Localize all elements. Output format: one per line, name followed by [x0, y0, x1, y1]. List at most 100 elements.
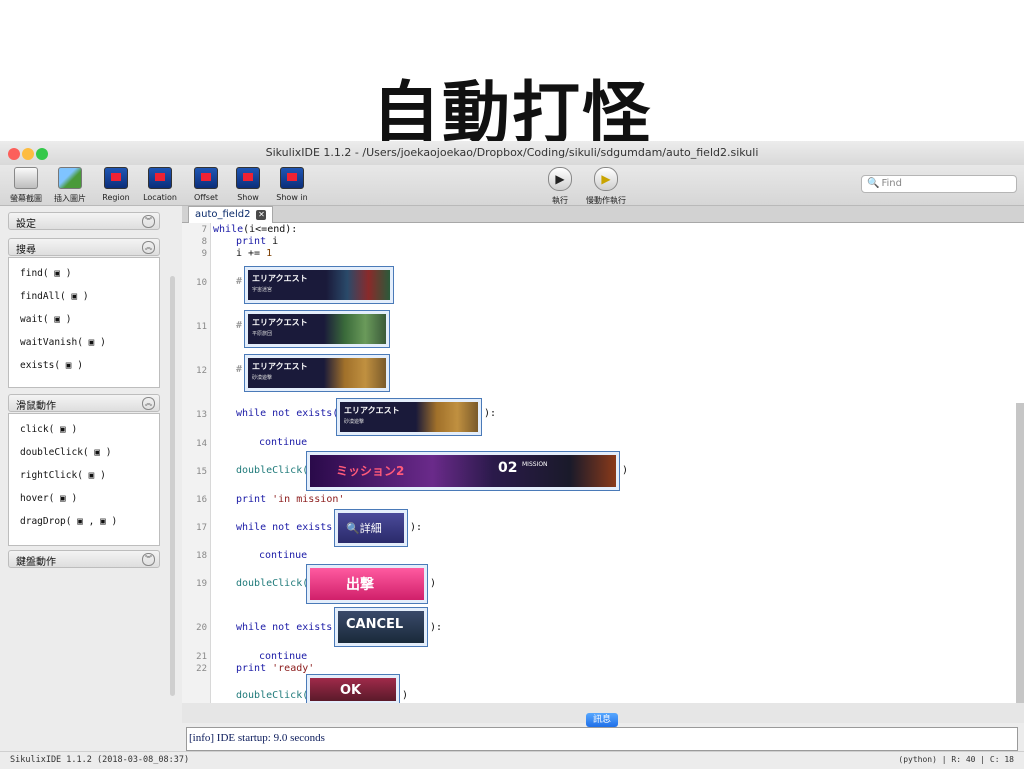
region-icon: [104, 167, 128, 189]
comment-hash: #: [236, 364, 243, 375]
search-icon: 🔍: [867, 178, 880, 189]
cmd-click[interactable]: click( ▣ ): [9, 418, 159, 441]
console-text: [info] IDE startup: 9.0 seconds: [189, 732, 325, 744]
line-number: 17: [196, 523, 207, 533]
settings-title: 設定: [16, 219, 36, 230]
ok-image: OK: [310, 678, 396, 701]
code-line-16[interactable]: print 'in mission': [236, 494, 344, 505]
quest-subtitle: 宇宙迷宮: [252, 287, 273, 293]
tab-auto-field2[interactable]: auto_field2 ✕: [188, 206, 274, 223]
code-line-23[interactable]: doubleClick(: [236, 690, 308, 701]
mouse-panel-header[interactable]: 滑鼠動作 ︽: [8, 394, 160, 412]
run-label: 執行: [552, 196, 568, 205]
pattern-mission2[interactable]: ミッション2 02 MISSION: [306, 451, 620, 491]
code-line-9[interactable]: i += 1: [236, 248, 272, 259]
mission-image: ミッション2 02 MISSION: [310, 455, 616, 487]
title-bar: SikulixIDE 1.1.2 - /Users/joekaojoekao/D…: [0, 141, 1024, 166]
code-keyword: print: [236, 663, 267, 674]
close-icon[interactable]: ✕: [256, 210, 267, 220]
pattern-detail[interactable]: 🔍詳細: [334, 509, 408, 547]
cmd-exists[interactable]: exists( ▣ ): [9, 354, 159, 377]
line-number: 10: [196, 278, 207, 288]
cmd-hover[interactable]: hover( ▣ ): [9, 487, 159, 510]
run-slow-button[interactable]: ▶ 慢動作執行: [580, 167, 632, 206]
location-button[interactable]: Location: [134, 167, 186, 202]
code-line-21[interactable]: continue: [259, 651, 307, 662]
quest-image: エリアクエスト 宇宙迷宮: [248, 270, 390, 300]
code-number: 1: [266, 248, 273, 259]
pattern-quest-desert-exists[interactable]: エリアクエスト 砂漠遊撃: [336, 398, 482, 436]
pattern-ok[interactable]: OK: [306, 674, 400, 705]
offset-icon: [194, 167, 218, 189]
quest-title: エリアクエスト: [344, 406, 400, 415]
chevron-up-icon: ︽: [142, 241, 155, 254]
line-number: 21: [196, 652, 207, 662]
cmd-find[interactable]: find( ▣ ): [9, 262, 159, 285]
insert-image-label: 插入圖片: [54, 194, 86, 203]
code-line-8[interactable]: print i: [236, 236, 278, 247]
pattern-quest-plain[interactable]: エリアクエスト 平原旅団: [244, 310, 390, 348]
command-sidebar: 設定 ︾ 搜尋 ︽ find( ▣ ) findAll( ▣ ) wait( ▣…: [0, 206, 176, 751]
code-line-22[interactable]: print 'ready': [236, 663, 314, 674]
cmd-wait[interactable]: wait( ▣ ): [9, 308, 159, 331]
quest-subtitle: 平原旅団: [252, 331, 273, 337]
window-title: SikulixIDE 1.1.2 - /Users/joekaojoekao/D…: [265, 146, 759, 159]
insert-image-button[interactable]: 插入圖片: [44, 167, 96, 204]
location-icon: [148, 167, 172, 189]
code-line-17[interactable]: while not exists(: [236, 522, 338, 533]
mouse-commands-list: click( ▣ ) doubleClick( ▣ ) rightClick( …: [8, 413, 160, 546]
code-line-18[interactable]: continue: [259, 550, 307, 561]
code-keyword: print: [236, 236, 267, 247]
code-line-13[interactable]: while not exists(: [236, 408, 338, 419]
messages-button[interactable]: 訊息: [586, 713, 618, 727]
code-close-paren: ): [402, 690, 409, 701]
show-in-label: Show in: [276, 193, 308, 202]
settings-panel-header[interactable]: 設定 ︾: [8, 212, 160, 230]
cmd-dragdrop[interactable]: dragDrop( ▣ , ▣ ): [9, 510, 159, 533]
code-line-20[interactable]: while not exists(: [236, 622, 338, 633]
cmd-rightclick[interactable]: rightClick( ▣ ): [9, 464, 159, 487]
pattern-sortie[interactable]: 出撃: [306, 564, 428, 604]
pattern-quest-desert[interactable]: エリアクエスト 砂漠遊撃: [244, 354, 390, 392]
editor-area: auto_field2 ✕ 7 8 9 10 11 12 13 14 15 16 …: [182, 206, 1024, 705]
code-string: 'in mission': [272, 494, 345, 505]
status-version: SikulixIDE 1.1.2 (2018-03-08_08:37): [10, 755, 190, 765]
cmd-findall[interactable]: findAll( ▣ ): [9, 285, 159, 308]
sikulix-ide-window: SikulixIDE 1.1.2 - /Users/joekaojoekao/D…: [0, 141, 1024, 769]
line-number: 18: [196, 551, 207, 561]
status-bar: SikulixIDE 1.1.2 (2018-03-08_08:37) (pyt…: [0, 751, 1024, 769]
cancel-image: CANCEL: [338, 611, 424, 643]
code-line-7[interactable]: while(i<=end):: [213, 224, 297, 235]
cmd-waitvanish[interactable]: waitVanish( ▣ ): [9, 331, 159, 354]
pattern-quest-space[interactable]: エリアクエスト 宇宙迷宮: [244, 266, 394, 304]
keyboard-panel-header[interactable]: 鍵盤動作 ︾: [8, 550, 160, 568]
find-panel-header[interactable]: 搜尋 ︽: [8, 238, 160, 256]
code-line-15[interactable]: doubleClick(: [236, 465, 308, 476]
show-in-button[interactable]: Show in: [266, 167, 318, 202]
location-label: Location: [143, 193, 177, 202]
chevron-down-icon: ︾: [142, 553, 155, 566]
code-text: i +=: [236, 248, 267, 259]
show-icon: [236, 167, 260, 189]
code-line-14[interactable]: continue: [259, 437, 307, 448]
line-number-gutter: 7 8 9 10 11 12 13 14 15 16 17 18 19 20 2…: [182, 223, 211, 703]
mission-text: ミッション2: [336, 464, 405, 478]
find-title: 搜尋: [16, 245, 36, 256]
quest-title: エリアクエスト: [252, 362, 308, 371]
status-cursor: (python) | R: 40 | C: 18: [898, 755, 1014, 764]
run-button[interactable]: ▶ 執行: [534, 167, 586, 206]
message-console: [info] IDE startup: 9.0 seconds: [186, 727, 1018, 751]
pattern-cancel[interactable]: CANCEL: [334, 607, 428, 647]
code-close-paren: ): [430, 578, 437, 589]
sidebar-scrollbar[interactable]: [170, 276, 175, 696]
line-number: 8: [201, 237, 207, 247]
editor-scrollbar[interactable]: [1016, 403, 1024, 703]
code-line-19[interactable]: doubleClick(: [236, 578, 308, 589]
editor-tabstrip: auto_field2 ✕: [182, 206, 1024, 223]
line-number: 19: [196, 579, 207, 589]
mission-code: 02: [498, 460, 518, 476]
line-number: 15: [196, 467, 207, 477]
run-slow-label: 慢動作執行: [586, 196, 626, 205]
cmd-doubleclick[interactable]: doubleClick( ▣ ): [9, 441, 159, 464]
find-field[interactable]: 🔍 Find: [861, 175, 1017, 193]
